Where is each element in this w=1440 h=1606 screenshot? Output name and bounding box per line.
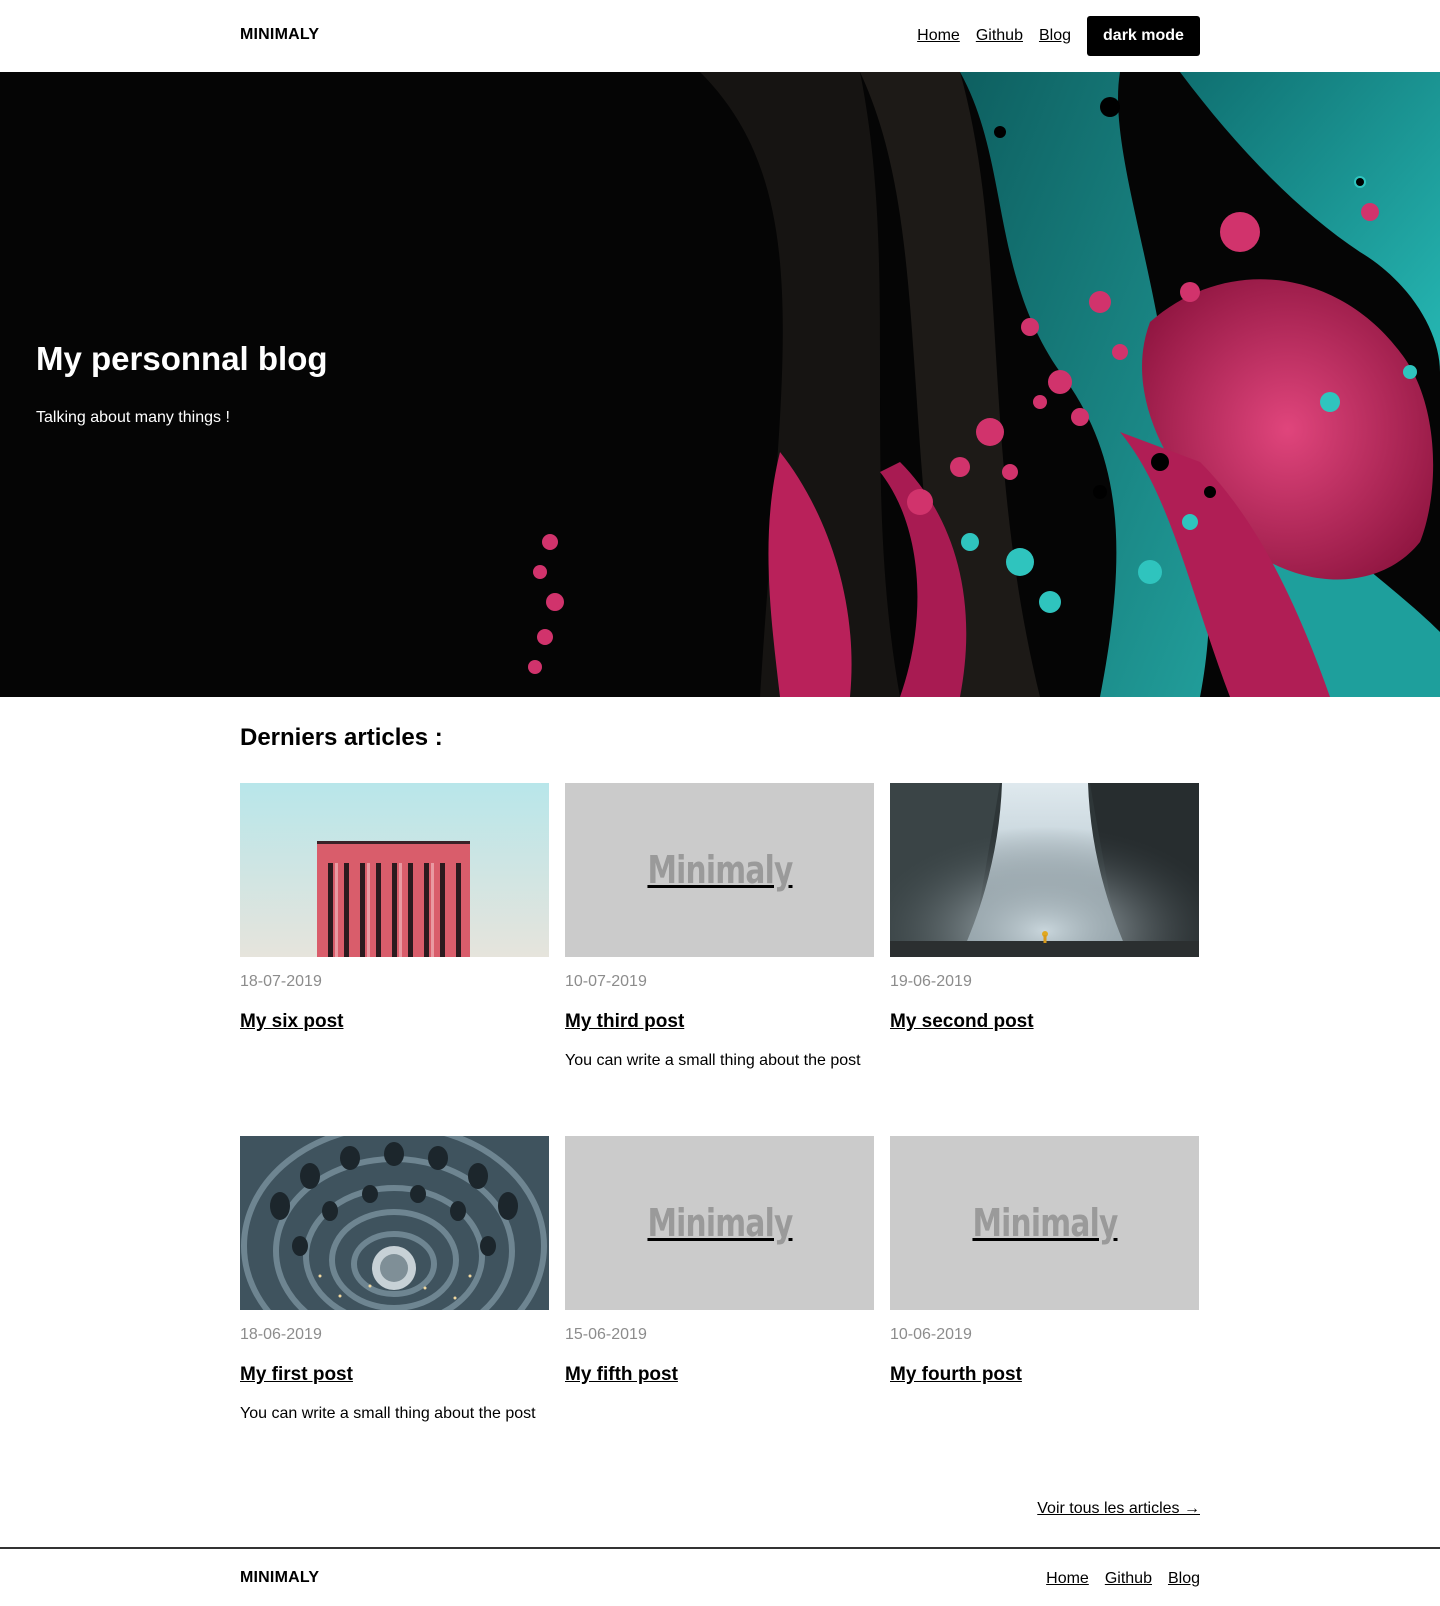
article-title-link[interactable]: My second post xyxy=(890,1011,1034,1033)
article-card: Minimaly 10-07-2019 My third post You ca… xyxy=(565,783,874,1136)
placeholder-image: Minimaly xyxy=(565,783,874,957)
nav-github-link[interactable]: Github xyxy=(976,27,1023,45)
footer-nav-home-link[interactable]: Home xyxy=(1046,1570,1089,1588)
article-thumbnail-waterfall[interactable] xyxy=(890,783,1199,957)
site-footer: MINIMALY Home Github Blog xyxy=(0,1549,1440,1606)
article-excerpt: You can write a small thing about the po… xyxy=(565,1052,861,1069)
article-thumbnail-placeholder[interactable]: Minimaly xyxy=(890,1136,1199,1310)
placeholder-image: Minimaly xyxy=(890,1136,1199,1310)
article-title-link[interactable]: My third post xyxy=(565,1011,684,1033)
article-card: 18-07-2019 My six post xyxy=(240,783,549,1136)
hero-subtitle: Talking about many things ! xyxy=(36,409,230,426)
placeholder-logo-text: Minimaly xyxy=(646,1201,793,1245)
nav-blog-link[interactable]: Blog xyxy=(1039,27,1071,45)
hero-title: My personnal blog xyxy=(36,340,328,377)
article-thumbnail-spiral-architecture[interactable] xyxy=(240,1136,549,1310)
article-thumbnail-red-building[interactable] xyxy=(240,783,549,957)
article-date: 10-07-2019 xyxy=(565,973,647,990)
brand-logo[interactable]: MINIMALY xyxy=(240,26,319,44)
article-date: 19-06-2019 xyxy=(890,973,972,990)
article-title-link[interactable]: My fifth post xyxy=(565,1364,678,1386)
article-date: 18-07-2019 xyxy=(240,973,322,990)
article-title-link[interactable]: My fourth post xyxy=(890,1364,1022,1386)
article-card: 18-06-2019 My first post You can write a… xyxy=(240,1136,549,1489)
dark-mode-button[interactable]: dark mode xyxy=(1087,16,1200,56)
placeholder-image: Minimaly xyxy=(565,1136,874,1310)
article-date: 18-06-2019 xyxy=(240,1326,322,1343)
nav-home-link[interactable]: Home xyxy=(917,27,960,45)
placeholder-logo-text: Minimaly xyxy=(646,848,793,892)
article-title-link[interactable]: My first post xyxy=(240,1364,353,1386)
article-excerpt: You can write a small thing about the po… xyxy=(240,1405,536,1422)
placeholder-logo-text: Minimaly xyxy=(971,1201,1118,1245)
article-card: Minimaly 10-06-2019 My fourth post xyxy=(890,1136,1199,1489)
hero-background-image xyxy=(0,72,1440,697)
footer-nav: Home Github Blog xyxy=(1046,1559,1200,1599)
article-card: 19-06-2019 My second post xyxy=(890,783,1199,1136)
article-thumbnail-placeholder[interactable]: Minimaly xyxy=(565,783,874,957)
main-nav: Home Github Blog dark mode xyxy=(917,16,1200,56)
footer-brand-logo[interactable]: MINIMALY xyxy=(240,1569,319,1587)
footer-nav-blog-link[interactable]: Blog xyxy=(1168,1570,1200,1588)
article-thumbnail-placeholder[interactable]: Minimaly xyxy=(565,1136,874,1310)
article-date: 15-06-2019 xyxy=(565,1326,647,1343)
site-header: MINIMALY Home Github Blog dark mode xyxy=(0,0,1440,72)
article-title-link[interactable]: My six post xyxy=(240,1011,343,1033)
see-all-articles-link[interactable]: Voir tous les articles → xyxy=(1037,1500,1200,1518)
footer-nav-github-link[interactable]: Github xyxy=(1105,1570,1152,1588)
articles-grid: 18-07-2019 My six post Minimaly 10-07-20… xyxy=(240,783,1200,1489)
article-card: Minimaly 15-06-2019 My fifth post xyxy=(565,1136,874,1489)
latest-articles-heading: Derniers articles : xyxy=(240,724,443,751)
article-date: 10-06-2019 xyxy=(890,1326,972,1343)
hero-banner: My personnal blog Talking about many thi… xyxy=(0,72,1440,697)
